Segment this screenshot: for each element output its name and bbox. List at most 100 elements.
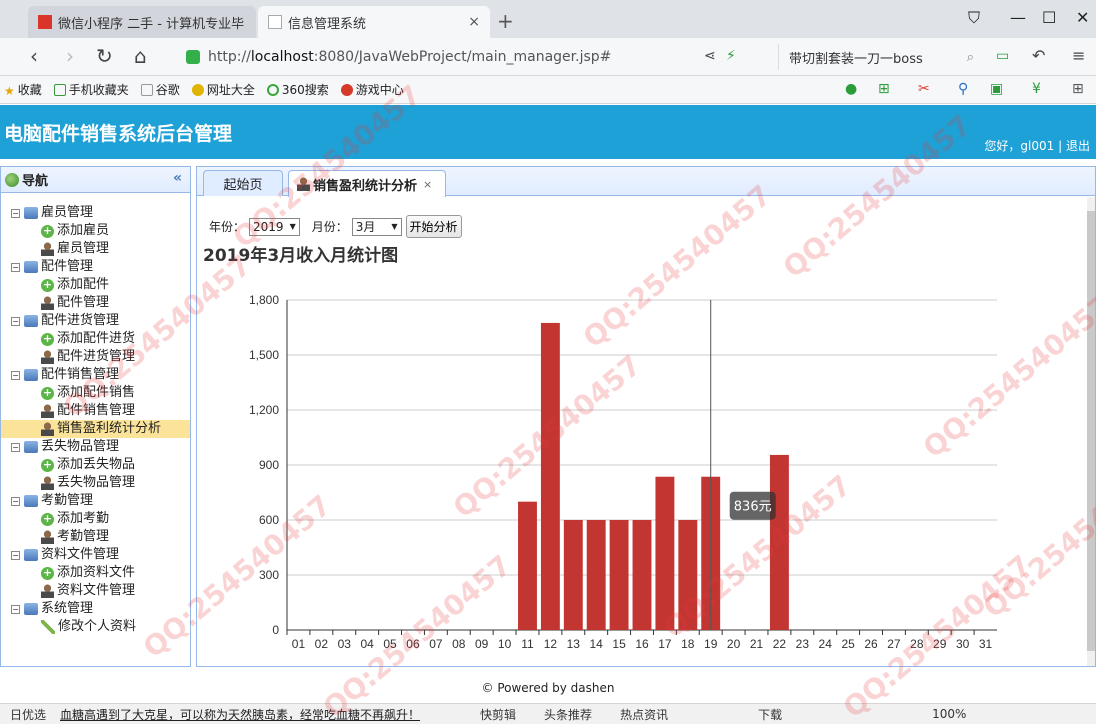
- apps-icon[interactable]: ⊞: [1072, 81, 1084, 97]
- sidebar-item[interactable]: 修改个人资料: [1, 618, 190, 636]
- sidebar-item[interactable]: + 添加资料文件: [1, 564, 190, 582]
- bar[interactable]: [518, 501, 537, 630]
- skin-icon[interactable]: ⛉: [968, 8, 980, 28]
- bar[interactable]: [586, 520, 606, 630]
- address-bar[interactable]: http:// localhost :8080/JavaWebProject/m…: [186, 43, 696, 70]
- sidebar-item[interactable]: 销售盈利统计分析: [1, 420, 190, 438]
- sidebar-item[interactable]: + 添加配件销售: [1, 384, 190, 402]
- translate-icon[interactable]: ⊞: [878, 81, 890, 97]
- quick-edit-item[interactable]: 快剪辑: [480, 706, 516, 723]
- bar[interactable]: [678, 520, 698, 630]
- sidebar-group[interactable]: − 配件进货管理: [1, 312, 190, 330]
- bookmark-google[interactable]: 谷歌: [140, 81, 180, 98]
- greeting: 您好，gl001: [984, 139, 1055, 153]
- sidebar-item-label: 添加考勤: [57, 511, 110, 526]
- collapse-tree-icon[interactable]: −: [11, 550, 20, 560]
- browser-tab-wechat[interactable]: 微信小程序 二手 - 计算机专业毕: [28, 6, 256, 38]
- magnifier-icon[interactable]: ⚲: [958, 81, 968, 97]
- sidebar-item[interactable]: 丢失物品管理: [1, 474, 190, 492]
- bookmark-360[interactable]: 360搜索: [266, 81, 329, 98]
- person-icon: [41, 296, 54, 310]
- hot-news-item[interactable]: 热点资讯: [620, 706, 668, 723]
- sidebar-item[interactable]: + 添加配件: [1, 276, 190, 294]
- scrollbar-thumb[interactable]: [1087, 211, 1095, 651]
- maximize-icon[interactable]: ☐: [1042, 8, 1056, 27]
- news-ticker-link[interactable]: 血糖高遇到了大克星，可以称为天然胰岛素，经常吃血糖不再飙升！: [60, 706, 420, 723]
- add-icon: +: [41, 511, 54, 526]
- zoom-level[interactable]: 100%: [932, 707, 966, 721]
- globe-icon: [5, 172, 19, 187]
- new-tab-button[interactable]: +: [497, 9, 514, 33]
- sidebar-item[interactable]: 配件销售管理: [1, 402, 190, 420]
- sidebar-item[interactable]: 考勤管理: [1, 528, 190, 546]
- home-icon[interactable]: ⌂: [134, 44, 147, 68]
- sites-icon: [191, 83, 204, 96]
- top-news-item[interactable]: 头条推荐: [544, 706, 592, 723]
- sidebar-group-label: 配件管理: [41, 259, 94, 274]
- minimize-icon[interactable]: —: [1010, 8, 1026, 27]
- sidebar-item[interactable]: 配件进货管理: [1, 348, 190, 366]
- sidebar-item[interactable]: + 添加丢失物品: [1, 456, 190, 474]
- sidebar-group[interactable]: − 考勤管理: [1, 492, 190, 510]
- close-tab-icon[interactable]: ×: [468, 14, 480, 30]
- sidebar-group[interactable]: − 雇员管理: [1, 204, 190, 222]
- sidebar-item[interactable]: 配件管理: [1, 294, 190, 312]
- collapse-tree-icon[interactable]: −: [11, 316, 20, 326]
- sidebar-item[interactable]: + 添加考勤: [1, 510, 190, 528]
- scrollbar[interactable]: [1087, 197, 1095, 666]
- forward-icon[interactable]: ›: [66, 44, 74, 68]
- computer-icon: [24, 261, 38, 273]
- collapse-tree-icon[interactable]: −: [11, 442, 20, 452]
- bar[interactable]: [540, 322, 560, 630]
- bar[interactable]: [655, 476, 675, 630]
- yen-icon[interactable]: ¥: [1032, 81, 1041, 97]
- bar[interactable]: [563, 520, 583, 630]
- menu-icon[interactable]: ≡: [1072, 46, 1085, 65]
- sidebar-item-label: 配件销售管理: [57, 403, 136, 418]
- sidebar-group[interactable]: − 资料文件管理: [1, 546, 190, 564]
- sidebar-item[interactable]: 雇员管理: [1, 240, 190, 258]
- url-protocol: http://: [208, 48, 251, 65]
- lightning-icon[interactable]: ⚡: [726, 48, 736, 64]
- sidebar-group[interactable]: − 配件管理: [1, 258, 190, 276]
- reload-icon[interactable]: ↻: [96, 44, 113, 68]
- sidebar-item-label: 考勤管理: [57, 529, 110, 544]
- browser-tab-bar: 微信小程序 二手 - 计算机专业毕 信息管理系统 × + ⛉ — ☐ ✕: [0, 0, 1096, 38]
- scissors-icon[interactable]: ✂: [918, 81, 930, 97]
- download-item[interactable]: 下载: [758, 706, 782, 723]
- search-box[interactable]: 带切割套装一刀一boss ⌕: [778, 44, 978, 70]
- sidebar-item[interactable]: + 添加雇员: [1, 222, 190, 240]
- sidebar-item[interactable]: + 添加配件进货: [1, 330, 190, 348]
- bar[interactable]: [609, 520, 629, 630]
- bar[interactable]: [769, 454, 789, 630]
- collapse-tree-icon[interactable]: −: [11, 262, 20, 272]
- tooltip-text: 836元: [734, 500, 772, 515]
- window-close-icon[interactable]: ✕: [1076, 8, 1089, 27]
- collapse-tree-icon[interactable]: −: [11, 496, 20, 506]
- sidebar-group[interactable]: − 配件销售管理: [1, 366, 190, 384]
- bar[interactable]: [632, 520, 652, 630]
- share-icon[interactable]: ⋖: [704, 48, 716, 64]
- browser-tab-info-system[interactable]: 信息管理系统 ×: [258, 6, 490, 38]
- collapse-tree-icon[interactable]: −: [11, 208, 20, 218]
- back-icon[interactable]: ‹: [30, 44, 38, 68]
- sidebar-group[interactable]: − 系统管理: [1, 600, 190, 618]
- collapse-tree-icon[interactable]: −: [11, 604, 20, 614]
- collapse-icon[interactable]: «: [173, 170, 182, 186]
- bookmark-games[interactable]: 游戏中心: [340, 81, 404, 98]
- gamepad-icon[interactable]: ▣: [990, 81, 1003, 97]
- undo-icon[interactable]: ↶: [1032, 46, 1045, 65]
- logout-link[interactable]: 退出: [1066, 139, 1090, 153]
- bookmark-mobile[interactable]: 手机收藏夹: [53, 81, 129, 98]
- status-left[interactable]: 日优选: [10, 706, 46, 723]
- bookmark-favorites[interactable]: ★ 收藏: [4, 81, 42, 98]
- add-icon: +: [41, 385, 54, 400]
- search-icon[interactable]: ⌕: [967, 50, 974, 65]
- sidebar-group-label: 配件销售管理: [41, 367, 120, 382]
- sidebar-item[interactable]: 资料文件管理: [1, 582, 190, 600]
- collapse-tree-icon[interactable]: −: [11, 370, 20, 380]
- sidebar-item-label: 销售盈利统计分析: [57, 421, 162, 436]
- sidebar-group[interactable]: − 丢失物品管理: [1, 438, 190, 456]
- bookmark-sites[interactable]: 网址大全: [191, 81, 255, 98]
- wechat-icon[interactable]: ●: [845, 81, 857, 97]
